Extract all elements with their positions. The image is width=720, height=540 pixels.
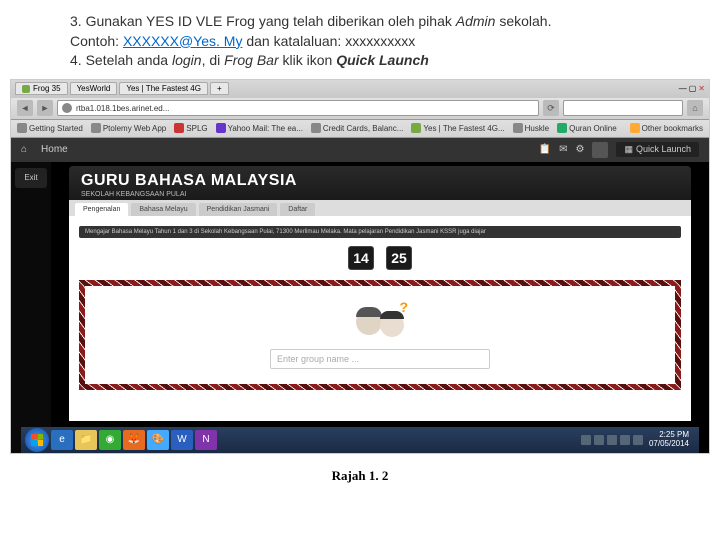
exit-button[interactable]: Exit	[15, 168, 47, 188]
page-subtitle: SEKOLAH KEBANGSAAN PULAI	[81, 191, 679, 198]
example-email-link[interactable]: XXXXXX@Yes. My	[123, 33, 243, 49]
tab-pendidikan-jasmani[interactable]: Pendidikan Jasmani	[199, 203, 278, 216]
figure-caption: Rajah 1. 2	[0, 468, 720, 484]
browser-window: Frog 35 YesWorld Yes | The Fastest 4G + …	[10, 79, 710, 454]
system-tray[interactable]: 2:25 PM 07/05/2014	[581, 431, 695, 449]
bookmark-item[interactable]: Quran Online	[557, 123, 617, 133]
browser-tab[interactable]: YesWorld	[70, 82, 118, 95]
taskbar-word-icon[interactable]: W	[171, 430, 193, 450]
page-title: GURU BAHASA MALAYSIA	[81, 172, 679, 190]
frog-home-label[interactable]: Home	[41, 144, 68, 155]
bookmarks-bar: Getting Started Ptolemy Web App SPLG Yah…	[11, 120, 709, 138]
group-name-input[interactable]: Enter group name ...	[270, 349, 490, 369]
taskbar-ie-icon[interactable]: e	[51, 430, 73, 450]
assignments-icon[interactable]: 📋	[539, 144, 551, 155]
forward-button[interactable]: ►	[37, 100, 53, 116]
clock-widget: 14 25	[79, 246, 681, 270]
user-avatar[interactable]	[592, 142, 608, 158]
browser-toolbar: ◄ ► rtba1.018.1bes.arinet.ed... ⟳ ⌂	[11, 98, 709, 120]
page-tabs: Pengenalan Bahasa Melayu Pendidikan Jasm…	[69, 200, 691, 216]
taskbar-chrome-icon[interactable]: ◉	[99, 430, 121, 450]
maximize-icon[interactable]: ▢	[689, 84, 697, 93]
clock-hours: 14	[348, 246, 374, 270]
search-input[interactable]	[563, 100, 683, 116]
minimize-icon[interactable]: —	[679, 84, 687, 93]
taskbar-explorer-icon[interactable]: 📁	[75, 430, 97, 450]
page-body: Mengajar Bahasa Melayu Tahun 1 dan 3 di …	[69, 216, 691, 421]
browser-tab[interactable]: Yes | The Fastest 4G	[119, 82, 208, 95]
instruction-text: 3. Gunakan YES ID VLE Frog yang telah di…	[0, 0, 720, 79]
tab-daftar[interactable]: Daftar	[280, 203, 315, 216]
url-input[interactable]: rtba1.018.1bes.arinet.ed...	[57, 100, 539, 116]
other-bookmarks[interactable]: Other bookmarks	[630, 123, 703, 133]
bookmark-item[interactable]: Getting Started	[17, 123, 83, 133]
tab-pengenalan[interactable]: Pengenalan	[75, 203, 128, 216]
taskbar-firefox-icon[interactable]: 🦊	[123, 430, 145, 450]
windows-taskbar: e 📁 ◉ 🦊 🎨 W N 2:25 PM 07/05/2014	[21, 427, 699, 453]
start-button[interactable]	[25, 428, 49, 452]
bookmark-item[interactable]: SPLG	[174, 123, 207, 133]
home-icon[interactable]: ⌂	[687, 100, 703, 116]
quick-launch-button[interactable]: ▦Quick Launch	[616, 142, 699, 157]
bookmark-item[interactable]: Ptolemy Web App	[91, 123, 166, 133]
tab-bahasa-melayu[interactable]: Bahasa Melayu	[131, 203, 195, 216]
reload-icon[interactable]: ⟳	[543, 100, 559, 116]
bookmark-item[interactable]: Credit Cards, Balanc...	[311, 123, 403, 133]
clock-minutes: 25	[386, 246, 412, 270]
bookmark-item[interactable]: Yahoo Mail: The ea...	[216, 123, 303, 133]
tray-date: 07/05/2014	[649, 440, 689, 449]
frog-bar: ⌂ Home 📋 ✉ ⚙ ▦Quick Launch	[11, 138, 709, 162]
browser-tab[interactable]: Frog 35	[15, 82, 68, 95]
close-icon[interactable]: ✕	[698, 84, 705, 93]
page-header: GURU BAHASA MALAYSIA SEKOLAH KEBANGSAAN …	[69, 166, 691, 200]
taskbar-paint-icon[interactable]: 🎨	[147, 430, 169, 450]
browser-tab-strip: Frog 35 YesWorld Yes | The Fastest 4G + …	[11, 80, 709, 98]
messages-icon[interactable]: ✉	[559, 144, 567, 155]
students-icon: ?	[354, 301, 406, 343]
back-button[interactable]: ◄	[17, 100, 33, 116]
group-widget: ? Enter group name ...	[79, 280, 681, 390]
taskbar-onenote-icon[interactable]: N	[195, 430, 217, 450]
settings-icon[interactable]: ⚙	[575, 144, 584, 155]
new-tab-button[interactable]: +	[210, 82, 229, 95]
page-sidebar: Exit	[11, 162, 51, 454]
home-icon[interactable]: ⌂	[21, 144, 27, 155]
bookmark-item[interactable]: Huskle	[513, 123, 549, 133]
bookmark-item[interactable]: Yes | The Fastest 4G...	[411, 123, 504, 133]
lesson-description: Mengajar Bahasa Melayu Tahun 1 dan 3 di …	[79, 226, 681, 238]
